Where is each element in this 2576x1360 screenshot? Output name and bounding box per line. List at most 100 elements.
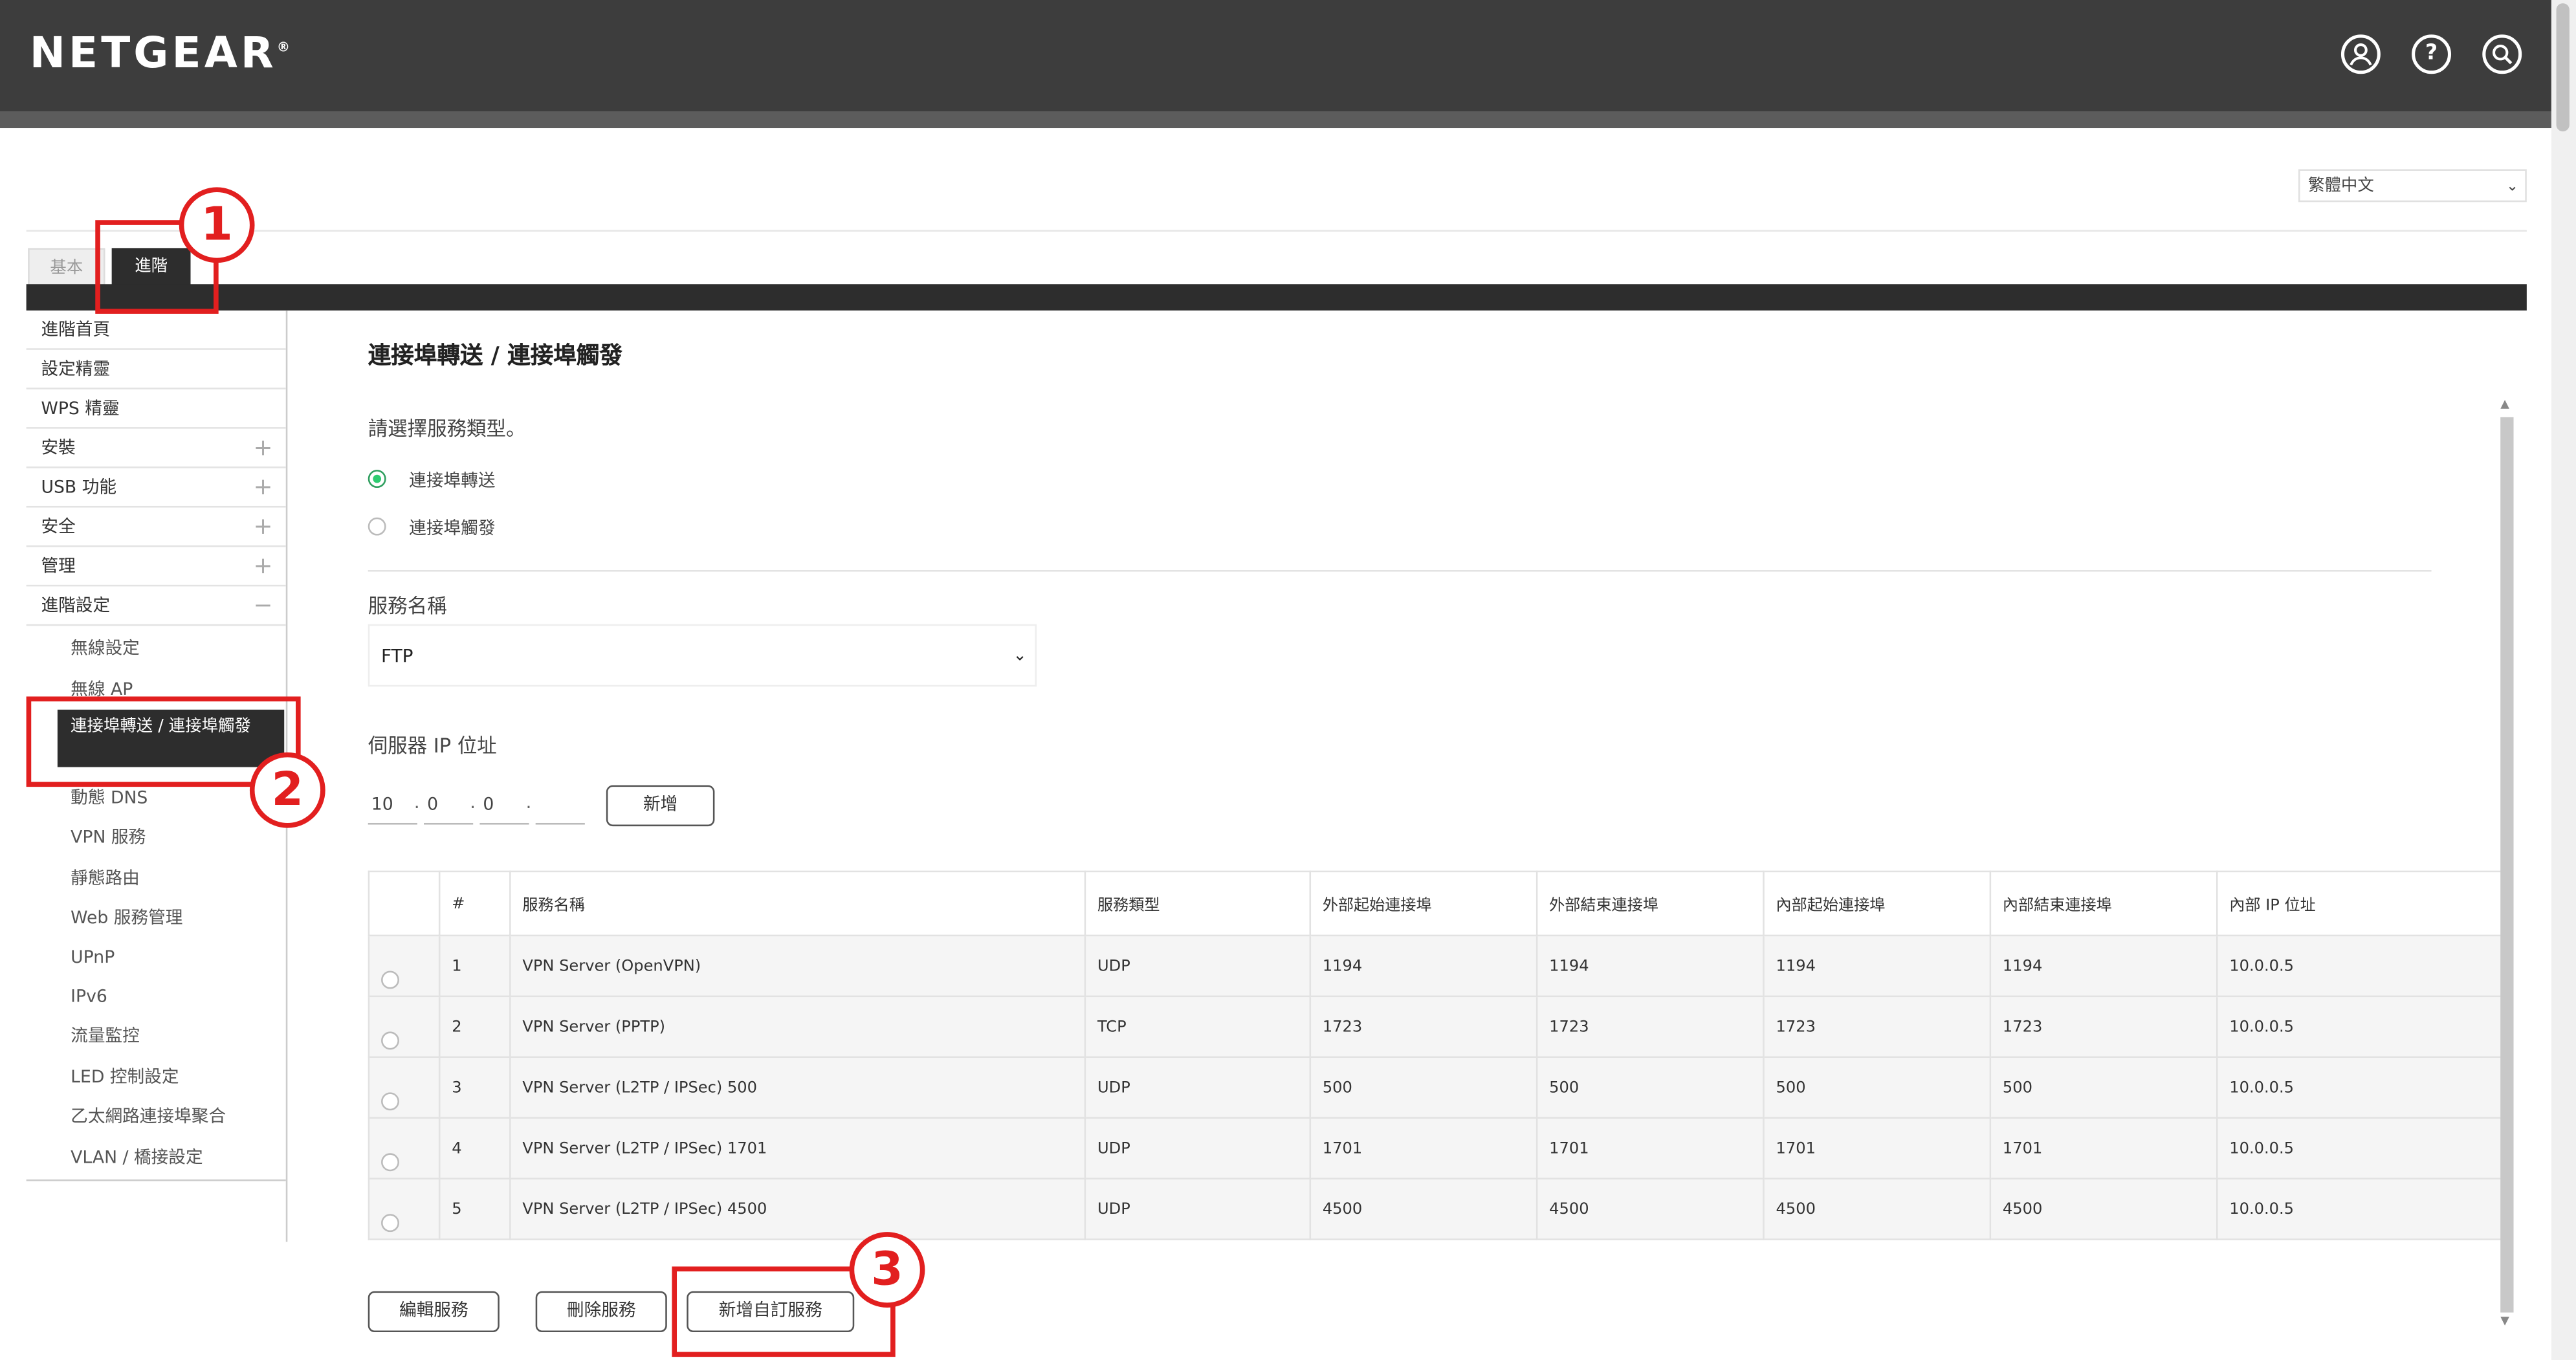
- sidebar-subitem-traffic-meter[interactable]: 流量監控: [27, 1017, 286, 1057]
- edit-service-button[interactable]: 編輯服務: [368, 1291, 500, 1333]
- sidebar-subitem-ipv6[interactable]: IPv6: [27, 978, 286, 1017]
- add-button[interactable]: 新增: [606, 785, 715, 827]
- table-cell: 500: [1309, 1056, 1538, 1119]
- table-cell: 1701: [1989, 1117, 2218, 1179]
- sidebar-item-label: 安裝: [41, 438, 76, 459]
- row-select-radio[interactable]: [381, 1031, 399, 1049]
- sidebar-item-advanced-setup[interactable]: 進階設定 −: [26, 586, 286, 626]
- scroll-down-icon[interactable]: ▼: [2500, 1314, 2509, 1327]
- row-select-cell: [368, 995, 441, 1058]
- table-row[interactable]: 2 VPN Server (PPTP) TCP 1723 1723 1723 1723 10.…: [368, 995, 2505, 1058]
- page-scrollbar-thumb[interactable]: [2556, 3, 2570, 132]
- row-select-cell: [368, 934, 441, 998]
- table-cell: 4500: [1536, 1178, 1765, 1240]
- page-scrollbar[interactable]: [2551, 0, 2576, 1360]
- table-header: 內部起始連接埠: [1763, 870, 1992, 937]
- table-header: 內部結束連接埠: [1989, 870, 2218, 937]
- language-value: 繁體中文: [2308, 177, 2374, 196]
- sidebar-item-label: 進階設定: [41, 596, 111, 617]
- sidebar-item-setup-wizard[interactable]: 設定精靈: [26, 350, 286, 389]
- row-select-cell: [368, 1056, 441, 1119]
- service-name-select[interactable]: FTP ⌄: [368, 624, 1037, 687]
- sidebar-item-usb[interactable]: USB 功能 +: [26, 468, 286, 508]
- sidebar-subitem-ethernet-aggregation[interactable]: 乙太網路連接埠聚合: [27, 1097, 286, 1137]
- table-row[interactable]: 5 VPN Server (L2TP / IPSec) 4500 UDP 4500 45…: [368, 1178, 2505, 1240]
- table-cell: 1: [438, 934, 511, 998]
- section-divider: [368, 569, 2432, 572]
- radio-port-forwarding-label[interactable]: 連接埠轉送: [409, 468, 495, 493]
- table-header: 服務名稱: [509, 870, 1086, 937]
- table-row[interactable]: 4 VPN Server (L2TP / IPSec) 1701 UDP 1701 17…: [368, 1117, 2505, 1179]
- table-cell: VPN Server (OpenVPN): [509, 934, 1086, 998]
- table-cell: 500: [1989, 1056, 2218, 1119]
- table-cell: 4500: [1309, 1178, 1538, 1240]
- sidebar-item-security[interactable]: 安全 +: [26, 508, 286, 547]
- sidebar-subitem-wireless-settings[interactable]: 無線設定: [27, 629, 286, 668]
- ip-octet-1[interactable]: 10: [368, 785, 417, 825]
- table-cell: 1701: [1536, 1117, 1765, 1179]
- logo-mark: ®: [276, 39, 291, 55]
- ip-octet-2[interactable]: 0: [424, 785, 474, 825]
- table-cell: 1194: [1536, 934, 1765, 998]
- sidebar-end-divider: [26, 1179, 286, 1181]
- table-cell: 1723: [1989, 995, 2218, 1058]
- sidebar-subitem-led-control[interactable]: LED 控制設定: [27, 1058, 286, 1097]
- sidebar-subitem-web-services[interactable]: Web 服務管理: [27, 899, 286, 938]
- top-bar-strip: [0, 111, 2551, 129]
- help-icon[interactable]: ?: [2412, 34, 2452, 74]
- expand-icon: +: [253, 514, 273, 541]
- row-select-radio[interactable]: [381, 970, 399, 989]
- server-ip-label: 伺服器 IP 位址: [368, 734, 497, 758]
- service-type-label: 請選擇服務類型。: [368, 417, 526, 441]
- table-header: 外部結束連接埠: [1536, 870, 1765, 937]
- scroll-up-icon[interactable]: ▲: [2500, 397, 2509, 410]
- ip-octet-3[interactable]: 0: [479, 785, 529, 825]
- sidebar-item-label: 安全: [41, 517, 76, 538]
- table-row[interactable]: 1 VPN Server (OpenVPN) UDP 1194 1194 1194 1194…: [368, 934, 2505, 998]
- row-select-radio[interactable]: [381, 1091, 399, 1110]
- radio-port-forwarding[interactable]: [368, 470, 386, 488]
- row-select-cell: [368, 1178, 441, 1240]
- table-cell: 10.0.0.5: [2216, 1056, 2505, 1119]
- table-cell: 1723: [1536, 995, 1765, 1058]
- expand-icon: +: [253, 553, 273, 580]
- sidebar-item-wps-wizard[interactable]: WPS 精靈: [26, 389, 286, 429]
- table-row[interactable]: 3 VPN Server (L2TP / IPSec) 500 UDP 500 500 5…: [368, 1056, 2505, 1119]
- chevron-down-icon: ⌄: [1013, 647, 1027, 666]
- table-cell: 10.0.0.5: [2216, 995, 2505, 1058]
- search-icon[interactable]: [2482, 34, 2522, 74]
- top-bar: [0, 0, 2551, 112]
- step-badge-1: 1: [179, 187, 255, 263]
- tab-basic[interactable]: 基本: [28, 248, 105, 286]
- sidebar-subitem-upnp[interactable]: UPnP: [27, 938, 286, 978]
- content-scrollbar[interactable]: ▲ ▼: [2497, 397, 2516, 1330]
- table-header: [368, 870, 441, 937]
- sidebar-subitem-vpn[interactable]: VPN 服務: [27, 818, 286, 857]
- header-divider: [26, 230, 2527, 232]
- sidebar-subitem-static-routes[interactable]: 靜態路由: [27, 859, 286, 899]
- netgear-logo[interactable]: NETGEAR®: [30, 30, 290, 79]
- table-cell: 1723: [1309, 995, 1538, 1058]
- delete-service-button[interactable]: 刪除服務: [535, 1291, 667, 1333]
- table-cell: VPN Server (L2TP / IPSec) 1701: [509, 1117, 1086, 1179]
- ip-octet-4[interactable]: [535, 785, 585, 825]
- table-cell: 1194: [1989, 934, 2218, 998]
- service-table: # 服務名稱 服務類型 外部起始連接埠 外部結束連接埠 內部起始連接埠 內部結束…: [368, 870, 2505, 1240]
- table-cell: TCP: [1084, 995, 1312, 1058]
- sidebar-item-advanced-home[interactable]: 進階首頁: [26, 311, 286, 350]
- ip-dot: .: [525, 791, 532, 813]
- language-select[interactable]: 繁體中文 ⌄: [2298, 169, 2527, 203]
- row-select-radio[interactable]: [381, 1152, 399, 1170]
- table-cell: 3: [438, 1056, 511, 1119]
- sidebar-item-setup[interactable]: 安裝 +: [26, 429, 286, 468]
- sidebar-item-admin[interactable]: 管理 +: [26, 547, 286, 587]
- table-cell: 10.0.0.5: [2216, 934, 2505, 998]
- user-icon[interactable]: [2340, 34, 2381, 74]
- row-select-radio[interactable]: [381, 1212, 399, 1231]
- content-scrollbar-thumb[interactable]: [2500, 417, 2514, 1313]
- table-cell: VPN Server (L2TP / IPSec) 4500: [509, 1178, 1086, 1240]
- table-cell: VPN Server (L2TP / IPSec) 500: [509, 1056, 1086, 1119]
- radio-port-triggering[interactable]: [368, 517, 386, 536]
- sidebar-subitem-vlan-bridge[interactable]: VLAN / 橋接設定: [27, 1138, 286, 1178]
- radio-port-triggering-label[interactable]: 連接埠觸發: [409, 516, 495, 540]
